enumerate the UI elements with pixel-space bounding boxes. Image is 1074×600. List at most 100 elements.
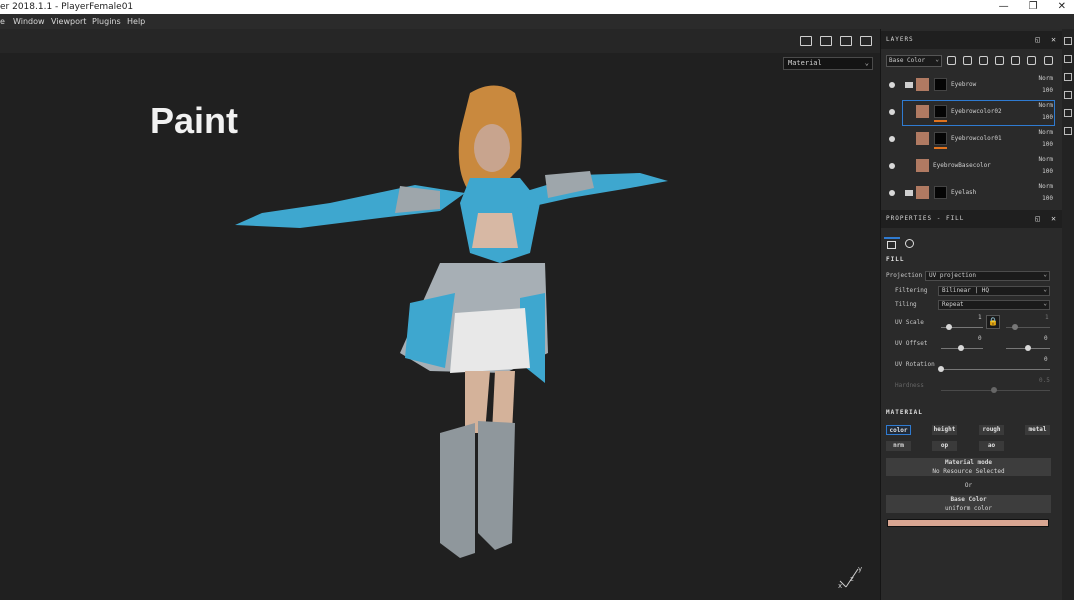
- lock-icon[interactable]: 🔒: [986, 315, 1000, 329]
- channel-op-button[interactable]: op: [932, 441, 957, 451]
- menu-file[interactable]: e: [0, 14, 5, 29]
- layer-opacity[interactable]: 100: [1042, 168, 1053, 175]
- uv-rotation-slider-knob[interactable]: [938, 366, 944, 372]
- folder-icon[interactable]: [1027, 56, 1036, 65]
- hardness-value: 0.5: [1039, 377, 1050, 384]
- layers-panel-title: LAYERS: [886, 36, 914, 43]
- minimize-button[interactable]: —: [999, 0, 1009, 14]
- filtering-select[interactable]: Bilinear | HQ ⌄: [938, 286, 1050, 296]
- gizmo-y-label: y: [858, 565, 863, 573]
- layer-opacity[interactable]: 100: [1042, 195, 1053, 202]
- gizmo-x-label: x: [838, 582, 843, 590]
- layer-blend-mode[interactable]: Norm: [1039, 102, 1053, 109]
- channel-nrm-button[interactable]: nrm: [886, 441, 911, 451]
- undock-icon[interactable]: ◱: [1035, 210, 1041, 228]
- menu-viewport[interactable]: Viewport: [51, 14, 86, 29]
- layer-blend-mode[interactable]: Norm: [1039, 183, 1053, 190]
- eye-icon[interactable]: [889, 136, 895, 142]
- add-fill-icon[interactable]: [979, 56, 988, 65]
- base-color-slot[interactable]: Base Color uniform color: [886, 495, 1051, 513]
- eye-icon[interactable]: [889, 190, 895, 196]
- uv-scale-value-2[interactable]: 1: [1045, 314, 1049, 321]
- eye-icon[interactable]: [889, 82, 895, 88]
- uv-scale-value[interactable]: 1: [978, 314, 982, 321]
- panel-close-icon[interactable]: ✕: [1051, 210, 1057, 228]
- folder-icon: [905, 190, 913, 196]
- channel-ao-button[interactable]: ao: [979, 441, 1004, 451]
- 3d-viewport[interactable]: Paint Material ⌄ x y z: [0, 53, 880, 600]
- video-camera-icon[interactable]: [840, 36, 852, 46]
- layer-opacity[interactable]: 100: [1042, 141, 1053, 148]
- channel-height-button[interactable]: height: [932, 425, 957, 435]
- chevron-down-icon: ⌄: [935, 56, 939, 63]
- tiling-value: Repeat: [942, 301, 964, 308]
- add-layer-icon[interactable]: [963, 56, 972, 65]
- viewer-settings-icon[interactable]: [1064, 91, 1072, 99]
- uv-offset-x-slider-knob[interactable]: [958, 345, 964, 351]
- tiling-select[interactable]: Repeat ⌄: [938, 300, 1050, 310]
- folder-icon: [905, 82, 913, 88]
- layer-row[interactable]: Eyelash Norm 100: [881, 181, 1063, 208]
- menu-help[interactable]: Help: [127, 14, 145, 29]
- character-model: [235, 85, 668, 558]
- material-view-select[interactable]: Material ⌄: [783, 57, 873, 70]
- projection-select[interactable]: UV projection ⌄: [925, 271, 1050, 281]
- layer-row[interactable]: Eyebrow Norm 100: [881, 73, 1063, 100]
- layer-properties-icon: [887, 241, 896, 249]
- material-sphere-icon[interactable]: [905, 239, 914, 248]
- layer-mask-thumbnail: [934, 132, 947, 145]
- layer-thumbnail: [916, 159, 929, 172]
- layer-row[interactable]: EyebrowBasecolor Norm 100: [881, 154, 1063, 181]
- eye-icon[interactable]: [889, 109, 895, 115]
- add-mask-icon[interactable]: [995, 56, 1004, 65]
- maximize-button[interactable]: ❐: [1029, 0, 1038, 14]
- layer-blend-mode[interactable]: Norm: [1039, 75, 1053, 82]
- uv-offset-x-value[interactable]: 0: [978, 335, 982, 342]
- close-button[interactable]: ✕: [1058, 0, 1066, 14]
- display-settings-icon[interactable]: [1064, 73, 1072, 81]
- shelf-icon[interactable]: [1064, 37, 1072, 45]
- history-icon[interactable]: [1064, 109, 1072, 117]
- uv-offset-y-slider-knob[interactable]: [1025, 345, 1031, 351]
- menu-window[interactable]: Window: [13, 14, 45, 29]
- uv-scale-slider-knob-2[interactable]: [1012, 324, 1018, 330]
- layer-row[interactable]: Eyebrowcolor01 Norm 100: [881, 127, 1063, 154]
- layer-name: Eyebrowcolor01: [951, 135, 1002, 142]
- texture-set-icon[interactable]: [1064, 55, 1072, 63]
- add-effect-icon[interactable]: [1011, 56, 1020, 65]
- eye-icon[interactable]: [889, 163, 895, 169]
- channel-metal-button[interactable]: metal: [1025, 425, 1050, 435]
- layer-mask-thumbnail: [934, 105, 947, 118]
- layer-opacity[interactable]: 100: [1042, 87, 1053, 94]
- channel-rough-button[interactable]: rough: [979, 425, 1004, 435]
- layers-panel-header: LAYERS ◱ ✕: [881, 31, 1063, 49]
- uv-offset-y-value[interactable]: 0: [1044, 335, 1048, 342]
- cube-icon[interactable]: [820, 36, 832, 46]
- channel-color-button[interactable]: color: [886, 425, 911, 435]
- uv-scale-slider-knob[interactable]: [946, 324, 952, 330]
- uv-rotation-slider-track[interactable]: [941, 369, 1050, 370]
- panel-close-icon[interactable]: ✕: [1051, 31, 1057, 49]
- camera-frame-icon[interactable]: [800, 36, 812, 46]
- hardness-slider-knob: [991, 387, 997, 393]
- menu-plugins[interactable]: Plugins: [92, 14, 121, 29]
- layer-blend-mode[interactable]: Norm: [1039, 156, 1053, 163]
- paint-tool-icon[interactable]: [947, 56, 956, 65]
- screenshot-icon[interactable]: [860, 36, 872, 46]
- tab-fill[interactable]: [884, 237, 900, 251]
- projection-value: UV projection: [929, 272, 976, 279]
- channel-select[interactable]: Base Color ⌄: [886, 55, 942, 67]
- right-dock: LAYERS ◱ ✕ Base Color ⌄ Eyebrow Norm 100: [880, 29, 1063, 600]
- layer-row-selected[interactable]: Eyebrowcolor02 Norm 100: [881, 100, 1063, 127]
- tiling-label: Tiling: [895, 301, 917, 308]
- layer-thumbnail: [916, 105, 929, 118]
- undock-icon[interactable]: ◱: [1035, 31, 1041, 49]
- log-icon[interactable]: [1064, 127, 1072, 135]
- delete-icon[interactable]: [1044, 56, 1053, 65]
- material-mode-slot[interactable]: Material mode No Resource Selected: [886, 458, 1051, 476]
- base-color-swatch[interactable]: [887, 519, 1049, 527]
- viewport-toolbar: [0, 29, 880, 53]
- layer-blend-mode[interactable]: Norm: [1039, 129, 1053, 136]
- layer-opacity[interactable]: 100: [1042, 114, 1053, 121]
- uv-rotation-value[interactable]: 0: [1044, 356, 1048, 363]
